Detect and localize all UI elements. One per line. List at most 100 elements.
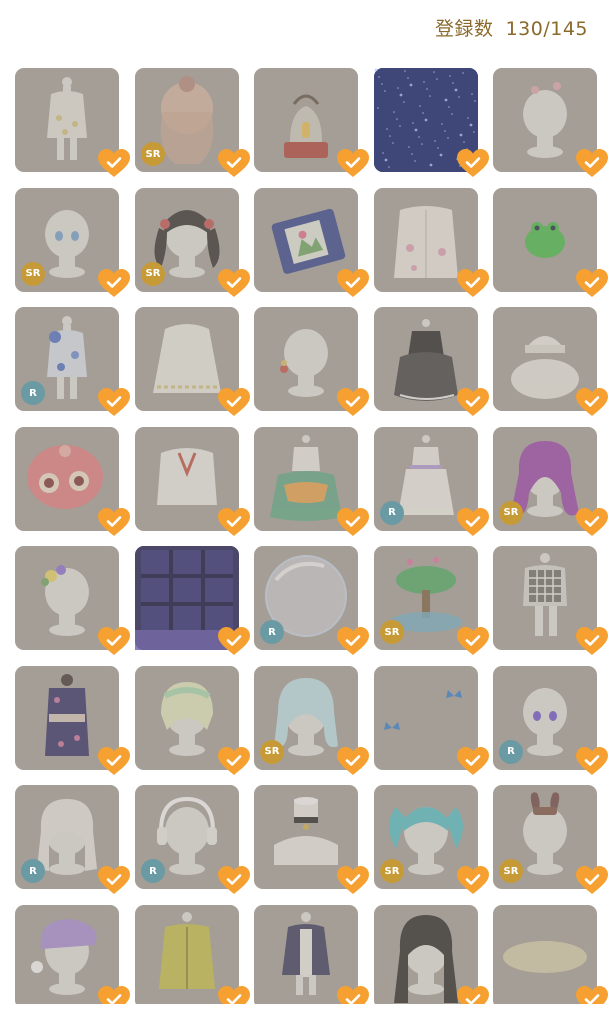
- collection-item-blue-eyes-face[interactable]: SR: [15, 187, 130, 297]
- header-bar: 登録数 130/145: [0, 0, 614, 60]
- collection-item-bunny-ear-ribbon[interactable]: SR: [493, 785, 608, 894]
- collection-item-black-long-hair[interactable]: [374, 904, 489, 1004]
- count-current: 130: [505, 18, 544, 40]
- rarity-badge: SR: [21, 261, 45, 286]
- collection-item-black-choker[interactable]: [254, 785, 369, 894]
- favorite-check-heart-icon[interactable]: [217, 507, 251, 537]
- favorite-check-heart-icon[interactable]: [217, 865, 251, 895]
- collection-item-flower-crown[interactable]: [15, 546, 130, 655]
- favorite-check-heart-icon[interactable]: [575, 865, 609, 895]
- collection-grid: SR SR SR R R SR R SR SR R R R SR SR: [0, 0, 614, 1004]
- collection-item-black-twin-tails-hair[interactable]: SR: [135, 187, 250, 297]
- collection-item-floral-cardigan[interactable]: [374, 187, 489, 297]
- collection-item-navy-cape-dress[interactable]: [254, 904, 369, 1004]
- rarity-badge: R: [380, 500, 404, 525]
- favorite-check-heart-icon[interactable]: [456, 387, 490, 417]
- rarity-badge: R: [499, 739, 523, 764]
- bottom-area: [0, 1004, 614, 1024]
- collection-item-red-lantern[interactable]: [254, 68, 369, 177]
- favorite-check-heart-icon[interactable]: [336, 507, 370, 537]
- favorite-check-heart-icon[interactable]: [336, 148, 370, 178]
- collection-item-pink-octopus[interactable]: [15, 426, 130, 536]
- collection-item-white-sailor-blouse[interactable]: [135, 426, 250, 536]
- rarity-badge: SR: [380, 859, 404, 883]
- favorite-check-heart-icon[interactable]: [575, 387, 609, 417]
- favorite-check-heart-icon[interactable]: [575, 746, 609, 776]
- favorite-check-heart-icon[interactable]: [575, 626, 609, 656]
- collection-item-light-blue-hair[interactable]: SR: [254, 665, 369, 775]
- favorite-check-heart-icon[interactable]: [456, 626, 490, 656]
- rarity-badge: SR: [141, 142, 165, 166]
- collection-item-white-lavender-dress[interactable]: R: [374, 426, 489, 536]
- collection-item-lavender-night-cap[interactable]: [15, 904, 130, 1004]
- collection-item-window-background[interactable]: [135, 546, 250, 655]
- collection-item-headphones[interactable]: R: [135, 785, 250, 894]
- collection-item-starry-night-background[interactable]: [374, 68, 489, 177]
- collection-item-soap-bubble[interactable]: R: [254, 546, 369, 655]
- favorite-check-heart-icon[interactable]: [336, 626, 370, 656]
- collection-item-purple-long-hair[interactable]: SR: [493, 426, 608, 536]
- favorite-check-heart-icon[interactable]: [336, 746, 370, 776]
- favorite-check-heart-icon[interactable]: [336, 865, 370, 895]
- favorite-check-heart-icon[interactable]: [97, 507, 131, 537]
- favorite-check-heart-icon[interactable]: [336, 268, 370, 298]
- favorite-check-heart-icon[interactable]: [217, 985, 251, 1004]
- favorite-check-heart-icon[interactable]: [217, 626, 251, 656]
- favorite-check-heart-icon[interactable]: [97, 268, 131, 298]
- favorite-check-heart-icon[interactable]: [217, 148, 251, 178]
- registration-count: 登録数 130/145: [435, 14, 588, 41]
- collection-item-white-braided-hair[interactable]: R: [15, 785, 130, 894]
- count-label: 登録数: [435, 18, 494, 40]
- rarity-badge: R: [21, 859, 45, 883]
- collection-item-white-knit-hat[interactable]: [493, 307, 608, 416]
- favorite-check-heart-icon[interactable]: [217, 746, 251, 776]
- collection-item-navy-kimono[interactable]: [15, 665, 130, 775]
- favorite-check-heart-icon[interactable]: [97, 387, 131, 417]
- favorite-check-heart-icon[interactable]: [456, 148, 490, 178]
- collection-item-white-head-pink-flowers[interactable]: [493, 68, 608, 177]
- favorite-check-heart-icon[interactable]: [336, 985, 370, 1004]
- collection-item-outfit-white-gold-dress[interactable]: [15, 68, 130, 177]
- collection-item-oval-rug[interactable]: [493, 904, 608, 1004]
- favorite-check-heart-icon[interactable]: [456, 985, 490, 1004]
- favorite-check-heart-icon[interactable]: [456, 865, 490, 895]
- collection-item-white-head-red-ornament[interactable]: [254, 307, 369, 416]
- favorite-check-heart-icon[interactable]: [97, 148, 131, 178]
- collection-item-rainbow-short-hair[interactable]: [135, 665, 250, 775]
- collection-item-teal-twin-hair[interactable]: SR: [374, 785, 489, 894]
- favorite-check-heart-icon[interactable]: [97, 985, 131, 1004]
- rarity-badge: R: [141, 859, 165, 883]
- collection-item-white-cape[interactable]: [135, 307, 250, 416]
- rarity-badge: SR: [141, 261, 165, 286]
- collection-item-purple-eyes-face[interactable]: R: [493, 665, 608, 775]
- collection-item-plaid-vest-outfit[interactable]: [493, 546, 608, 655]
- favorite-check-heart-icon[interactable]: [575, 268, 609, 298]
- rarity-badge: SR: [260, 739, 284, 764]
- favorite-check-heart-icon[interactable]: [575, 507, 609, 537]
- collection-item-yellow-coat[interactable]: [135, 904, 250, 1004]
- favorite-check-heart-icon[interactable]: [575, 148, 609, 178]
- favorite-check-heart-icon[interactable]: [97, 746, 131, 776]
- rarity-badge: SR: [499, 859, 523, 883]
- collection-item-green-orange-dress[interactable]: [254, 426, 369, 536]
- rarity-badge: R: [21, 381, 45, 405]
- collection-item-blue-floral-outfit[interactable]: R: [15, 307, 130, 416]
- collection-item-hair-peach-sr[interactable]: SR: [135, 68, 250, 177]
- rarity-badge: R: [260, 620, 284, 644]
- favorite-check-heart-icon[interactable]: [97, 626, 131, 656]
- collection-item-blue-butterflies[interactable]: [374, 665, 489, 775]
- collection-item-black-frilly-dress[interactable]: [374, 307, 489, 416]
- favorite-check-heart-icon[interactable]: [217, 268, 251, 298]
- favorite-check-heart-icon[interactable]: [456, 746, 490, 776]
- collection-item-green-frog-item[interactable]: [493, 187, 608, 297]
- favorite-check-heart-icon[interactable]: [217, 387, 251, 417]
- collection-item-blue-photo-book[interactable]: [254, 187, 369, 297]
- count-total: /145: [543, 18, 588, 40]
- favorite-check-heart-icon[interactable]: [575, 985, 609, 1004]
- rarity-badge: SR: [380, 620, 404, 644]
- favorite-check-heart-icon[interactable]: [456, 268, 490, 298]
- favorite-check-heart-icon[interactable]: [456, 507, 490, 537]
- favorite-check-heart-icon[interactable]: [97, 865, 131, 895]
- collection-item-bonsai-tree-pond[interactable]: SR: [374, 546, 489, 655]
- favorite-check-heart-icon[interactable]: [336, 387, 370, 417]
